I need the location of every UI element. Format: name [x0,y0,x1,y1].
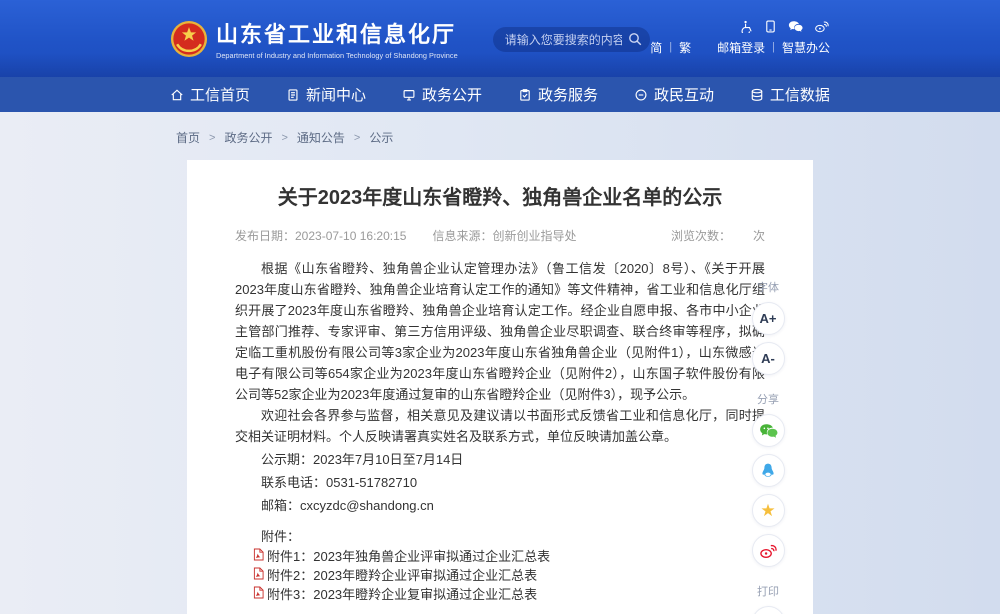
attachment-link-1[interactable]: 附件1：2023年独角兽企业评审拟通过企业汇总表 [235,548,765,566]
smart-office-link[interactable]: 智慧办公 [782,39,830,56]
interaction-icon [634,88,648,102]
info-source: 信息来源：创新创业指导处 [432,227,576,244]
site-subtitle: Department of Industry and Information T… [216,51,458,59]
wechat-icon[interactable] [788,20,803,33]
attachment-label: 附件1：2023年独角兽企业评审拟通过企业汇总表 [267,548,550,566]
print-label: 打印 [757,583,779,599]
share-weibo-button[interactable] [752,534,785,567]
attachment-label: 附件2：2023年瞪羚企业评审拟通过企业汇总表 [267,567,537,585]
nav-item-gov-services[interactable]: 政务服务 [518,84,598,105]
breadcrumb-separator: > [209,132,215,144]
contact-email: 邮箱：cxcyzdc@shandong.cn [235,495,765,516]
nav-item-label: 工信数据 [770,84,830,105]
nav-item-news[interactable]: 新闻中心 [286,84,366,105]
link-divider: | [669,41,672,53]
page: 山东省工业和信息化厅 Department of Industry and In… [0,0,1000,614]
nav-item-label: 政务公开 [422,84,482,105]
breadcrumb-current: 公示 [369,129,393,146]
search-input[interactable] [493,27,651,52]
pdf-icon [253,586,264,599]
publish-date: 发布日期：2023-07-10 16:20:15 [235,227,406,244]
share-wechat-button[interactable] [752,414,785,447]
breadcrumb-separator: > [281,132,287,144]
nav-item-label: 工信首页 [190,84,250,105]
simplified-chinese-link[interactable]: 简 [650,39,662,56]
article-body: 根据《山东省瞪羚、独角兽企业认定管理办法》（鲁工信发〔2020〕8号）、《关于开… [235,258,765,516]
paragraph: 欢迎社会各界参与监督，相关意见及建议请以书面形式反馈省工业和信息化厅，同时提交相… [235,405,765,447]
nav-item-label: 政民互动 [654,84,714,105]
page-content: 首页 > 政务公开 > 通知公告 > 公示 关于2023年度山东省瞪羚、独角兽企… [0,112,1000,614]
breadcrumb-home[interactable]: 首页 [176,129,200,146]
accessibility-icon[interactable] [740,20,753,33]
nav-item-label: 新闻中心 [306,84,366,105]
banner-utility-area: 简 | 繁 邮箱登录 | 智慧办公 [650,20,830,56]
share-label: 分享 [757,391,779,407]
breadcrumb: 首页 > 政务公开 > 通知公告 > 公示 [170,112,830,160]
article-meta: 发布日期：2023-07-10 16:20:15 信息来源：创新创业指导处 浏览… [235,227,765,244]
attachment-label: 附件3：2023年瞪羚企业复审拟通过企业汇总表 [267,586,537,604]
national-emblem-logo [170,20,208,58]
main-navbar: 工信首页 新闻中心 政务公开 政务服务 [0,77,1000,112]
share-qzone-button[interactable]: ★ [752,494,785,527]
nav-item-interaction[interactable]: 政民互动 [634,84,714,105]
font-size-label: 字体 [757,279,779,295]
share-qq-button[interactable] [752,454,785,487]
nav-item-data[interactable]: 工信数据 [750,84,830,105]
search-box [493,27,651,52]
weibo-icon[interactable] [814,20,829,33]
pdf-icon [253,567,264,580]
search-icon[interactable] [628,32,642,46]
site-title: 山东省工业和信息化厅 [216,17,479,49]
attachment-link-3[interactable]: 附件3：2023年瞪羚企业复审拟通过企业汇总表 [235,586,765,604]
pdf-icon [253,548,264,561]
side-toolbar: 字体 A+ A- 分享 ★ [742,270,794,614]
breadcrumb-notices[interactable]: 通知公告 [297,129,345,146]
views-label: 浏览次数： [671,227,731,244]
mail-login-link[interactable]: 邮箱登录 [717,39,765,56]
site-brand: 山东省工业和信息化厅 Department of Industry and In… [170,17,479,60]
breadcrumb-gov-openness[interactable]: 政务公开 [224,129,272,146]
font-decrease-button[interactable]: A- [752,342,785,375]
breadcrumb-separator: > [354,132,360,144]
nav-item-home[interactable]: 工信首页 [170,84,250,105]
contact-phone: 联系电话：0531-51782710 [235,472,765,493]
attachments-section: 附件： 附件1：2023年独角兽企业评审拟通过企业汇总表 [235,526,765,604]
attachment-link-2[interactable]: 附件2：2023年瞪羚企业评审拟通过企业汇总表 [235,567,765,585]
site-banner: 山东省工业和信息化厅 Department of Industry and In… [0,0,1000,77]
link-divider: | [772,41,775,53]
publicity-period: 公示期：2023年7月10日至7月14日 [235,449,765,470]
article-card: 关于2023年度山东省瞪羚、独角兽企业名单的公示 发布日期：2023-07-10… [187,160,813,614]
traditional-chinese-link[interactable]: 繁 [679,39,691,56]
attachments-label: 附件： [235,526,765,547]
weibo-share-icon [759,543,777,559]
nav-item-gov-openness[interactable]: 政务公开 [402,84,482,105]
database-icon [750,88,764,102]
views-suffix: 次 [753,227,765,244]
wechat-share-icon [759,423,778,439]
mobile-version-icon[interactable] [764,20,777,33]
article-title: 关于2023年度山东省瞪羚、独角兽企业名单的公示 [235,184,765,212]
monitor-icon [402,88,416,102]
home-icon [170,88,184,102]
print-button[interactable] [752,606,785,614]
qzone-star-icon: ★ [760,502,775,519]
clipboard-icon [518,88,532,102]
nav-item-label: 政务服务 [538,84,598,105]
news-icon [286,88,300,102]
paragraph: 根据《山东省瞪羚、独角兽企业认定管理办法》（鲁工信发〔2020〕8号）、《关于开… [235,258,765,405]
qq-icon [759,462,777,480]
font-increase-button[interactable]: A+ [752,302,785,335]
